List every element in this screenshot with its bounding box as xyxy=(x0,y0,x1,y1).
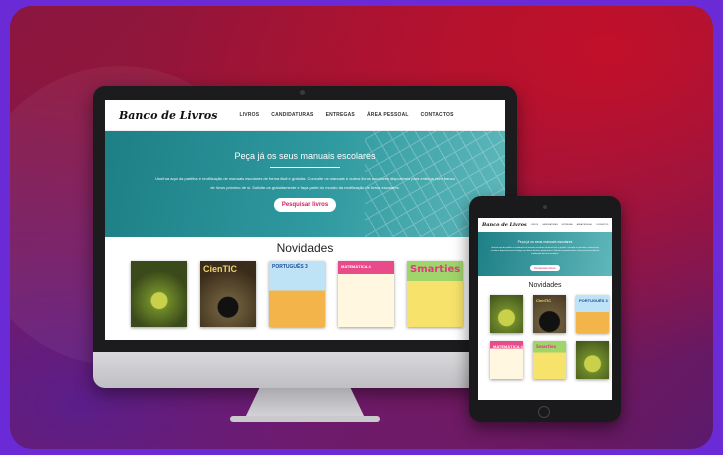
book-title: CienTIC xyxy=(536,298,552,303)
tablet-nav-candidaturas[interactable]: CANDIDATURAS xyxy=(542,224,558,226)
tablet-nav-entregas[interactable]: ENTREGAS xyxy=(562,224,573,226)
nav-contactos[interactable]: CONTACTOS xyxy=(421,112,454,118)
book-cover[interactable]: CienTIC xyxy=(533,295,566,333)
tablet-hero-title: Peça já os seus manuais escolares xyxy=(517,240,573,244)
book-title: PORTUGUÊS 3 xyxy=(272,264,308,270)
book-cover[interactable]: MATEMÁTICA 4 xyxy=(490,341,523,379)
tablet-nav-livros[interactable]: LIVROS xyxy=(531,224,538,226)
tablet-section-title: Novidades xyxy=(528,282,562,289)
book-title: Smarties xyxy=(410,264,461,275)
nav-area-pessoal[interactable]: ÁREA PESSOAL xyxy=(367,112,409,118)
book-cover[interactable]: CienTIC xyxy=(200,261,256,327)
section-title: Novidades xyxy=(276,241,334,255)
monitor-foot xyxy=(230,416,380,422)
book-cover[interactable]: Smarties xyxy=(407,261,463,327)
hero-banner: Peça já os seus manuais escolares Usufru… xyxy=(105,131,505,237)
hero-text: Usufrua aqui da partilha e reutilização … xyxy=(155,176,455,190)
nav-livros[interactable]: LIVROS xyxy=(239,112,259,118)
book-title: MATEMÁTICA 4 xyxy=(493,344,523,349)
book-cover[interactable] xyxy=(490,295,523,333)
tablet-device: Banco de Livros LIVROS CANDIDATURAS ENTR… xyxy=(469,196,621,422)
book-title: Smarties xyxy=(536,344,557,349)
search-books-button[interactable]: Pesquisar livros xyxy=(273,198,337,212)
tablet-camera xyxy=(543,205,547,209)
book-cover[interactable]: PORTUGUÊS 3 xyxy=(576,295,609,333)
book-cover[interactable] xyxy=(131,261,187,327)
tablet-search-button[interactable]: Pesquisar livros xyxy=(530,265,560,271)
tablet-hero: Peça já os seus manuais escolares Usufru… xyxy=(478,232,612,276)
book-cover[interactable]: MATEMÁTICA 4 xyxy=(338,261,394,327)
tablet-navbar: Banco de Livros LIVROS CANDIDATURAS ENTR… xyxy=(478,218,612,232)
book-cover[interactable]: PORTUGUÊS 3 xyxy=(269,261,325,327)
book-cover[interactable] xyxy=(576,341,609,379)
tablet-nav-area-pessoal[interactable]: ÁREA PESSOAL xyxy=(577,224,592,226)
site-navbar: Banco de Livros LIVROS CANDIDATURAS ENTR… xyxy=(105,100,505,131)
tablet-hero-text: Usufrua aqui da partilha e reutilização … xyxy=(490,247,600,255)
book-title: PORTUGUÊS 3 xyxy=(579,298,608,303)
nav-entregas[interactable]: ENTREGAS xyxy=(326,112,355,118)
nav-candidaturas[interactable]: CANDIDATURAS xyxy=(271,112,313,118)
desktop-screen: Banco de Livros LIVROS CANDIDATURAS ENTR… xyxy=(105,100,505,340)
desktop-monitor: Banco de Livros LIVROS CANDIDATURAS ENTR… xyxy=(93,86,517,388)
tablet-nav-contactos[interactable]: CONTACTOS xyxy=(596,224,608,226)
monitor-stand xyxy=(245,388,365,418)
site-logo[interactable]: Banco de Livros xyxy=(119,109,217,122)
tablet-logo[interactable]: Banco de Livros xyxy=(482,222,527,228)
monitor-chin xyxy=(93,352,517,388)
tablet-books-grid: CienTIC PORTUGUÊS 3 MATEMÁTICA 4 Smartie… xyxy=(478,295,612,379)
book-title: MATEMÁTICA 4 xyxy=(341,264,371,269)
hero-title: Peça já os seus manuais escolares xyxy=(234,151,376,161)
book-cover[interactable]: Smarties xyxy=(533,341,566,379)
camera-dot xyxy=(300,90,305,95)
home-button[interactable] xyxy=(538,406,550,418)
books-row: CienTIC PORTUGUÊS 3 MATEMÁTICA 4 Smartie… xyxy=(105,261,505,327)
book-title: CienTIC xyxy=(203,264,238,274)
hero-divider xyxy=(270,167,340,168)
tablet-screen: Banco de Livros LIVROS CANDIDATURAS ENTR… xyxy=(478,218,612,400)
promo-stage: Banco de Livros LIVROS CANDIDATURAS ENTR… xyxy=(0,0,723,455)
